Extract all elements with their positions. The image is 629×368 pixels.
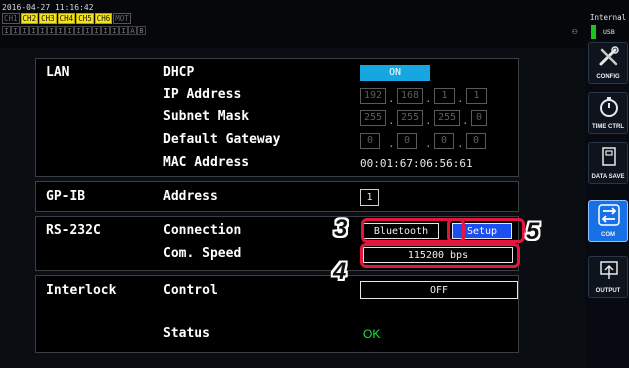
ip-address-label: IP Address — [163, 87, 242, 102]
sidebar-item-label: DATA SAVE — [591, 174, 625, 180]
bit-indicator: I — [2, 26, 11, 35]
separator: . — [425, 137, 432, 150]
ip-octet-1[interactable]: 192 — [360, 88, 386, 104]
separator: . — [388, 114, 395, 127]
rs232c-section-label: RS-232C — [46, 223, 101, 238]
sidebar-item-label: TIME CTRL — [592, 124, 624, 130]
bit-indicator: I — [119, 26, 128, 35]
ip-octet-2[interactable]: 168 — [397, 88, 423, 104]
callout-box-setup — [447, 218, 525, 243]
gpib-section-label: GP-IB — [46, 189, 86, 204]
ip-octet-3[interactable]: 1 — [434, 88, 455, 104]
interface-settings: LAN DHCP ON IP Address 192 . 168 . 1 . 1… — [35, 58, 519, 353]
sidebar-item-config[interactable]: CONFIG — [588, 42, 628, 84]
channel-ch6: CH6 — [94, 13, 113, 24]
ip-octet-4[interactable]: 1 — [466, 88, 487, 104]
mac-address-label: MAC Address — [163, 155, 250, 170]
gpib-address-label: Address — [163, 189, 218, 204]
interlock-control-select[interactable]: OFF — [360, 281, 518, 299]
channel-mot: MOT — [113, 13, 131, 24]
separator: . — [462, 114, 469, 127]
separator: . — [457, 92, 464, 105]
separator: . — [425, 114, 432, 127]
network-icon: ⚇ — [572, 27, 578, 37]
separator: . — [457, 137, 464, 150]
mask-octet-3[interactable]: 255 — [434, 110, 460, 126]
gateway-octet-2[interactable]: 0 — [397, 133, 417, 149]
sidebar-item-time-ctrl[interactable]: TIME CTRL — [588, 92, 628, 134]
channel-ch4: CH4 — [57, 13, 76, 24]
channel-ch1: CH1 — [2, 13, 20, 24]
gpib-address-field[interactable]: 1 — [360, 189, 379, 206]
separator: . — [388, 137, 395, 150]
callout-box-com-speed — [360, 243, 520, 268]
gpib-panel: GP-IB Address 1 — [35, 181, 519, 212]
bit-indicator: I — [65, 26, 74, 35]
usb-status-indicator — [591, 25, 596, 39]
wrench-screwdriver-icon — [599, 46, 619, 66]
com-speed-label: Com. Speed — [163, 246, 242, 261]
sidebar-item-label: COM — [601, 232, 615, 238]
bit-indicator: I — [83, 26, 92, 35]
mask-octet-1[interactable]: 255 — [360, 110, 386, 126]
dhcp-toggle[interactable]: ON — [360, 65, 430, 81]
mask-octet-2[interactable]: 255 — [397, 110, 423, 126]
subnet-mask-label: Subnet Mask — [163, 109, 250, 124]
channel-ch2: CH2 — [20, 13, 39, 24]
default-gateway-label: Default Gateway — [163, 132, 281, 147]
separator: . — [425, 92, 432, 105]
save-icon — [602, 147, 616, 166]
bit-indicator: I — [29, 26, 38, 35]
usb-indicator: USB — [603, 28, 615, 36]
bit-indicator: I — [11, 26, 20, 35]
bit-indicator: B — [137, 26, 146, 35]
gateway-octet-3[interactable]: 0 — [434, 133, 454, 149]
stopwatch-icon — [600, 97, 618, 117]
com-arrows-icon — [598, 204, 620, 226]
interlock-control-label: Control — [163, 283, 218, 298]
channel-indicators: CH1 CH2 CH3 CH4 CH5 CH6 MOT — [2, 13, 131, 24]
bit-indicator: I — [92, 26, 101, 35]
channel-ch5: CH5 — [76, 13, 94, 24]
output-icon — [600, 261, 618, 279]
callout-number-3: 3 — [334, 215, 348, 242]
interlock-panel: Interlock Control OFF Status OK — [35, 275, 519, 353]
lan-section-label: LAN — [46, 65, 70, 80]
separator: . — [388, 92, 395, 105]
bit-indicator: I — [110, 26, 119, 35]
bit-indicator: I — [74, 26, 83, 35]
connection-label: Connection — [163, 223, 242, 238]
sidebar-item-output[interactable]: OUTPUT — [588, 256, 628, 298]
bit-indicator: I — [101, 26, 110, 35]
interlock-status-label: Status — [163, 326, 210, 341]
storage-indicator: Internal — [590, 13, 627, 22]
bit-indicator: I — [38, 26, 47, 35]
sidebar-item-label: CONFIG — [596, 74, 620, 80]
interlock-section-label: Interlock — [46, 283, 117, 298]
sidebar-item-label: OUTPUT — [595, 288, 621, 294]
status-bar: 2016-04-27 11:16:42 CH1 CH2 CH3 CH4 CH5 … — [0, 0, 629, 48]
lan-panel: LAN DHCP ON IP Address 192 . 168 . 1 . 1… — [35, 58, 519, 177]
gateway-octet-1[interactable]: 0 — [360, 133, 380, 149]
mask-octet-4[interactable]: 0 — [471, 110, 487, 126]
bit-indicator: I — [56, 26, 65, 35]
dhcp-label: DHCP — [163, 65, 195, 80]
bit-indicator: A — [128, 26, 137, 35]
interlock-status-value: OK — [363, 327, 381, 341]
callout-number-4: 4 — [333, 258, 347, 285]
gateway-octet-4[interactable]: 0 — [466, 133, 486, 149]
bit-indicator: I — [47, 26, 56, 35]
bit-indicators: I I I I I I I I I I I I I I A B — [2, 26, 146, 35]
mac-address-value: 00:01:67:06:56:61 — [360, 157, 473, 170]
sidebar-item-data-save[interactable]: DATA SAVE — [588, 142, 628, 184]
callout-number-5: 5 — [526, 218, 540, 245]
bit-indicator: I — [20, 26, 29, 35]
sidebar-item-com[interactable]: COM — [588, 200, 628, 242]
datetime: 2016-04-27 11:16:42 — [2, 3, 94, 12]
channel-ch3: CH3 — [39, 13, 57, 24]
